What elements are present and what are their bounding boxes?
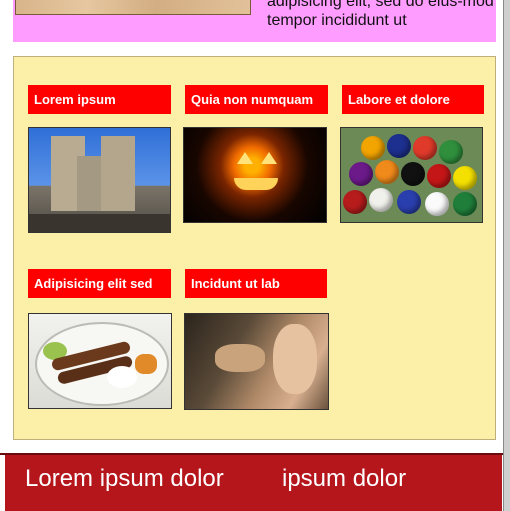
tile-title-1[interactable]: Lorem ipsum (28, 85, 171, 114)
tile-image-cathedral[interactable] (28, 127, 171, 233)
right-frame-border (503, 0, 510, 511)
tile-image-food-plate[interactable] (28, 313, 172, 409)
tile-title-3[interactable]: Labore et dolore (342, 85, 484, 114)
tile-image-billiard-balls[interactable] (340, 127, 483, 223)
tile-title-4[interactable]: Adipisicing elit sed (28, 269, 171, 298)
tile-title-5[interactable]: Incidunt ut lab (185, 269, 327, 298)
tile-image-pumpkin[interactable] (183, 127, 327, 223)
bottom-right-text: ipsum dolor (282, 465, 407, 492)
bottom-left-text: Lorem ipsum dolor (25, 465, 224, 492)
bottom-banner: Lorem ipsum dolor ipsum dolor (5, 455, 502, 511)
top-image (15, 0, 251, 15)
tile-image-tattoo[interactable] (184, 313, 329, 410)
image-gallery: Lorem ipsum Quia non numquam Labore et d… (13, 56, 496, 440)
top-paragraph: adipisicing elit, sed do eius-mod tempor… (267, 0, 494, 29)
tile-title-2[interactable]: Quia non numquam (185, 85, 328, 114)
top-content-band: adipisicing elit, sed do eius-mod tempor… (13, 0, 496, 42)
